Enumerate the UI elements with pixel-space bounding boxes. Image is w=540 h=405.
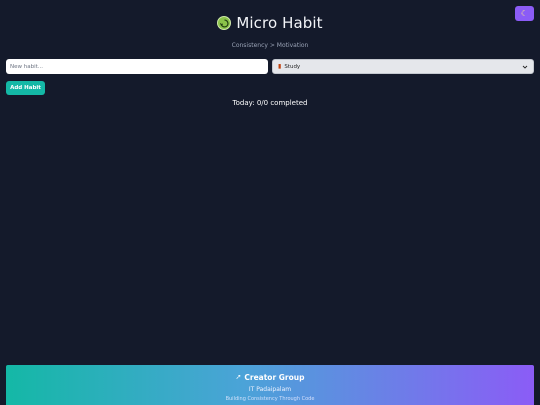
app-title: Micro Habit (236, 14, 323, 32)
footer-tagline: Building Consistency Through Code (225, 396, 315, 402)
footer-title-row: ➚ Creator Group (6, 373, 534, 382)
books-icon: ▮ (278, 63, 282, 70)
chevron-down-icon (522, 64, 528, 70)
recycle-icon (217, 16, 232, 30)
app-tagline: Consistency > Motivation (231, 42, 309, 49)
footer: ➚ Creator Group IT Padaipalam Building C… (6, 365, 534, 405)
rocket-icon: ➚ (235, 373, 242, 381)
category-selected-value: Study (284, 63, 301, 70)
new-habit-input[interactable] (6, 59, 268, 74)
daily-progress-text: Today: 0/0 completed (232, 99, 308, 107)
footer-subtitle: IT Padaipalam (248, 386, 292, 393)
add-habit-button[interactable]: Add Habit (6, 81, 45, 95)
page-header: Micro Habit (0, 14, 540, 32)
footer-title: Creator Group (244, 373, 305, 382)
category-select[interactable]: ▮ Study (272, 59, 534, 74)
